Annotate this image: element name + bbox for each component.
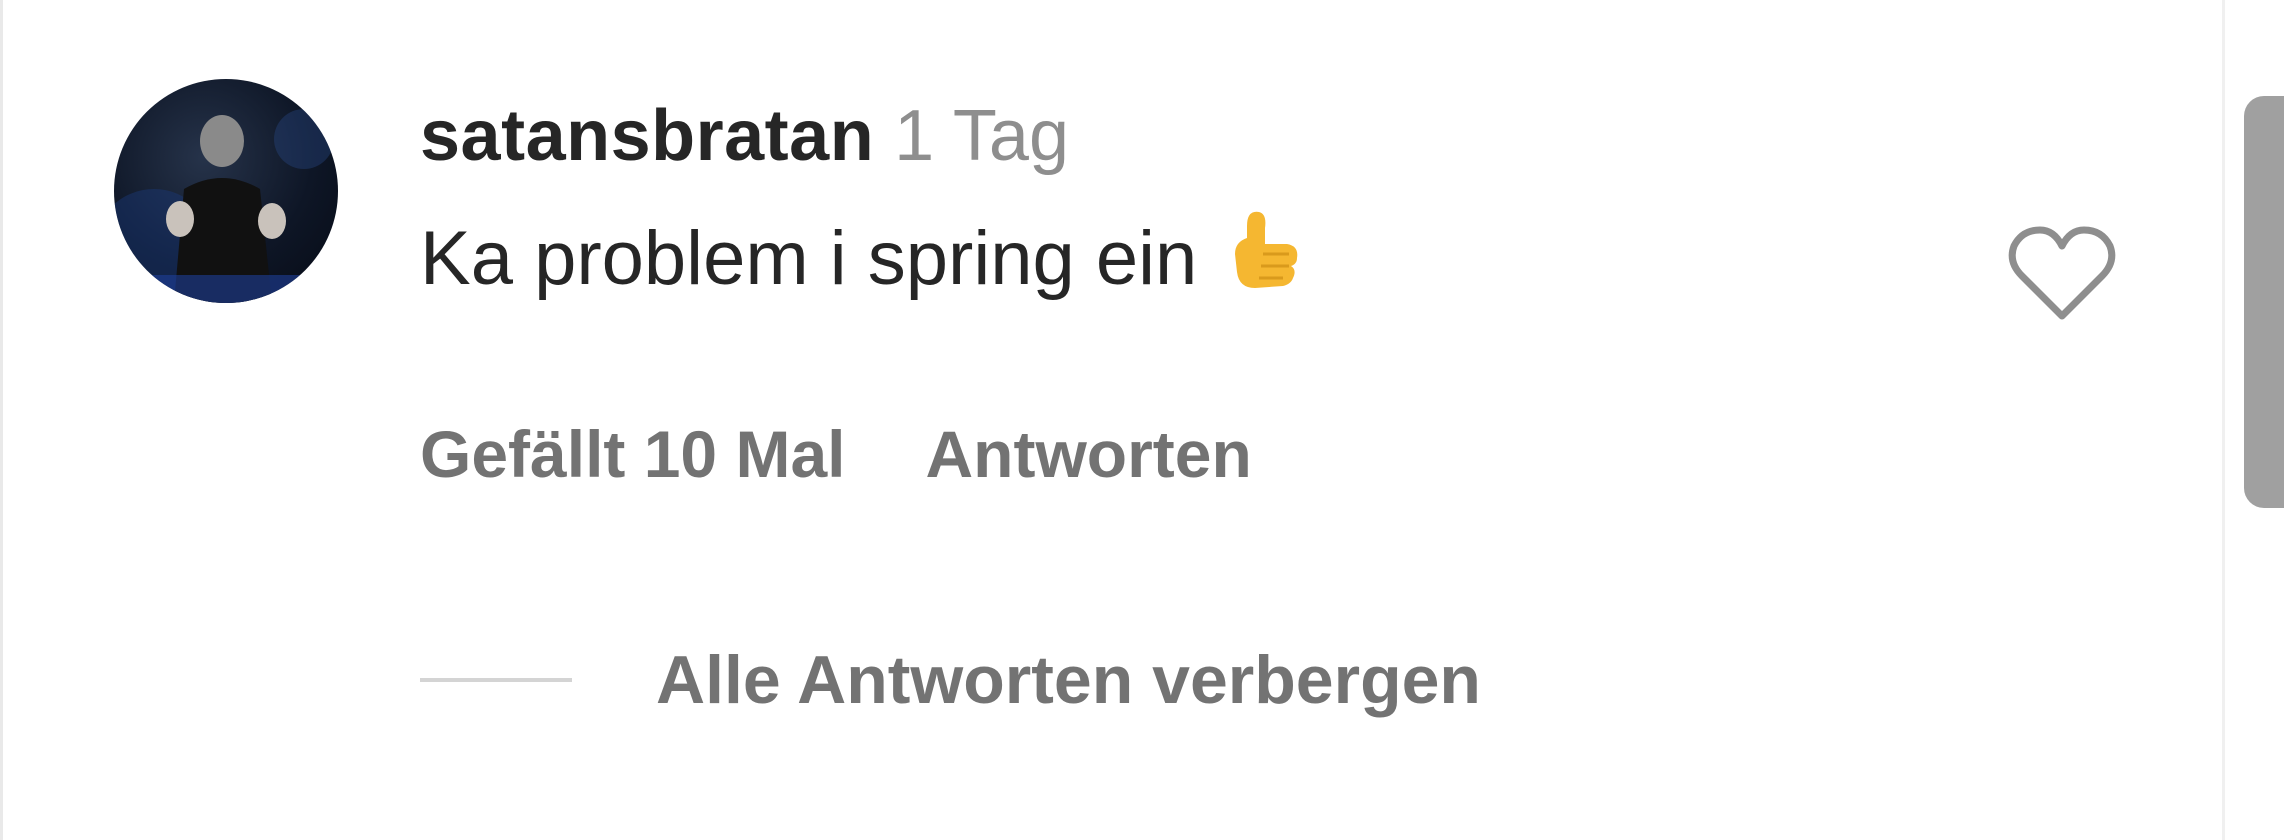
comment-body: satansbratan 1 Tag Ka problem i spring ei… xyxy=(420,96,1984,314)
heart-icon[interactable] xyxy=(2006,224,2118,324)
comment-panel: satansbratan 1 Tag Ka problem i spring ei… xyxy=(0,0,2284,840)
username-link[interactable]: satansbratan xyxy=(420,96,874,176)
comment-text: Ka problem i spring ein xyxy=(420,204,1984,314)
likes-count[interactable]: Gefällt 10 Mal xyxy=(420,417,846,491)
call-me-hand-emoji xyxy=(1227,204,1301,314)
comment-text-content: Ka problem i spring ein xyxy=(420,216,1198,301)
hide-replies-label[interactable]: Alle Antworten verbergen xyxy=(656,641,1481,719)
avatar-image xyxy=(114,109,338,303)
scrollbar-thumb[interactable] xyxy=(2244,96,2284,508)
comment-actions: Gefällt 10 Mal Antworten xyxy=(420,414,1252,494)
panel-border xyxy=(0,0,3,840)
reply-button[interactable]: Antworten xyxy=(926,417,1252,491)
replies-divider-line xyxy=(420,678,572,682)
timestamp[interactable]: 1 Tag xyxy=(894,96,1069,176)
avatar[interactable] xyxy=(114,79,338,303)
comment-meta: satansbratan 1 Tag xyxy=(420,96,1984,176)
hide-replies-toggle[interactable]: Alle Antworten verbergen xyxy=(420,640,1481,720)
